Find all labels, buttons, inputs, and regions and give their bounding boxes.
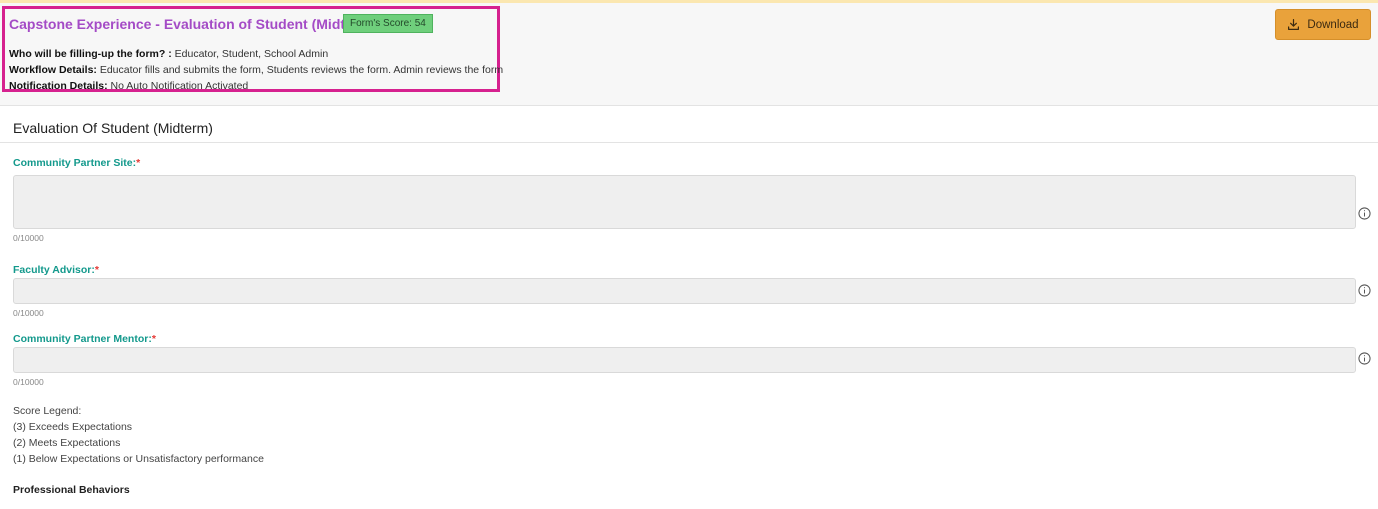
char-counter: 0/10000 — [13, 308, 44, 318]
download-button-label: Download — [1307, 18, 1359, 31]
legend-item: (2) Meets Expectations — [13, 437, 121, 449]
who-fills-line: Who will be filling-up the form? : Educa… — [9, 48, 328, 60]
workflow-label: Workflow Details: — [9, 64, 97, 76]
score-legend-title: Score Legend: — [13, 405, 82, 417]
professional-behaviors-heading: Professional Behaviors — [13, 484, 130, 496]
required-mark: * — [94, 264, 99, 276]
field-label-text: Community Partner Site: — [13, 157, 137, 169]
who-fills-label: Who will be filling-up the form? : — [9, 48, 172, 60]
info-icon[interactable] — [1358, 284, 1371, 297]
faculty-advisor-input[interactable] — [13, 278, 1356, 304]
notification-value: No Auto Notification Activated — [107, 80, 249, 92]
legend-item: (3) Exceeds Expectations — [13, 421, 133, 433]
section-title: Evaluation Of Student (Midterm) — [13, 120, 213, 136]
required-mark: * — [151, 333, 156, 345]
community-partner-site-input[interactable] — [13, 175, 1356, 229]
workflow-value: Educator fills and submits the form, Stu… — [96, 64, 504, 76]
form-score-badge: Form's Score: 54 — [343, 14, 433, 33]
info-icon[interactable] — [1358, 352, 1371, 365]
field-label-text: Faculty Advisor: — [13, 264, 95, 276]
notification-line: Notification Details: No Auto Notificati… — [9, 80, 248, 92]
section-divider — [0, 142, 1378, 143]
community-partner-site-label: Community Partner Site:* — [13, 157, 140, 169]
download-icon — [1288, 19, 1300, 30]
who-fills-value: Educator, Student, School Admin — [171, 48, 329, 60]
workflow-line: Workflow Details: Educator fills and sub… — [9, 64, 503, 76]
form-info-box: Capstone Experience - Evaluation of Stud… — [2, 6, 503, 92]
community-partner-mentor-input[interactable] — [13, 347, 1356, 373]
legend-item: (1) Below Expectations or Unsatisfactory… — [13, 453, 264, 465]
char-counter: 0/10000 — [13, 233, 44, 243]
char-counter: 0/10000 — [13, 377, 44, 387]
form-header: Capstone Experience - Evaluation of Stud… — [0, 3, 1378, 106]
faculty-advisor-label: Faculty Advisor:* — [13, 264, 99, 276]
form-title: Capstone Experience - Evaluation of Stud… — [9, 16, 376, 32]
required-mark: * — [136, 157, 141, 169]
notification-label: Notification Details: — [9, 80, 108, 92]
field-label-text: Community Partner Mentor: — [13, 333, 152, 345]
community-partner-mentor-label: Community Partner Mentor:* — [13, 333, 156, 345]
info-icon[interactable] — [1358, 207, 1371, 220]
download-button[interactable]: Download — [1275, 9, 1371, 40]
